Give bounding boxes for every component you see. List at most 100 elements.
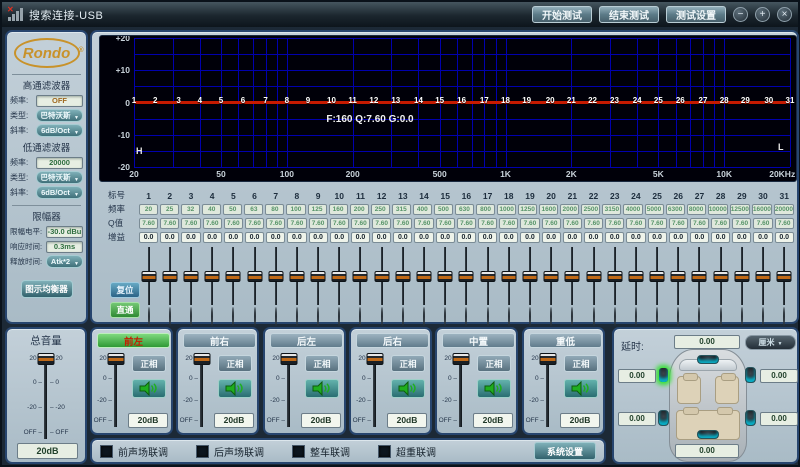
checkbox[interactable] (292, 445, 305, 458)
channel-select-6[interactable]: 重低 (529, 333, 602, 348)
band-q-field[interactable]: 7.60 (160, 218, 179, 229)
band-gain-field[interactable]: 0.0 (393, 232, 412, 243)
band-point-6[interactable]: 6 (241, 96, 245, 105)
band-q-field[interactable]: 7.60 (605, 218, 624, 229)
band-gain-field[interactable]: 0.0 (478, 232, 497, 243)
band-q-field[interactable]: 7.60 (372, 218, 391, 229)
slider-knob[interactable] (205, 271, 220, 282)
channel-gain-field[interactable]: 20dB (473, 413, 513, 428)
maximize-button[interactable]: + (755, 7, 770, 22)
band-freq-field[interactable]: 125 (308, 204, 327, 215)
band-slider-31[interactable] (774, 247, 795, 309)
channel-gain-field[interactable]: 20dB (214, 413, 254, 428)
slider-knob[interactable] (692, 271, 707, 282)
band-point-3[interactable]: 3 (176, 96, 180, 105)
band-freq-field[interactable]: 4000 (623, 204, 642, 215)
slider-knob[interactable] (226, 271, 241, 282)
slider-knob[interactable] (671, 271, 686, 282)
front-left-speaker-icon[interactable] (658, 367, 669, 383)
band-slider-20[interactable] (541, 247, 562, 309)
slider-knob[interactable] (289, 271, 304, 282)
lpf-slope-dropdown[interactable]: 6dB/Oct▼ (36, 186, 83, 199)
band-point-25[interactable]: 25 (654, 96, 663, 105)
slider-knob[interactable] (162, 271, 177, 282)
channel-mute-button[interactable] (305, 379, 339, 398)
slider-knob[interactable] (367, 353, 384, 365)
band-freq-field[interactable]: 20 (139, 204, 158, 215)
eq-reset-button[interactable]: 复位 (110, 282, 140, 298)
band-point-19[interactable]: 19 (522, 96, 531, 105)
slider-knob[interactable] (565, 271, 580, 282)
rear-right-speaker-icon[interactable] (745, 410, 756, 426)
slider-knob[interactable] (395, 271, 410, 282)
band-point-5[interactable]: 5 (219, 96, 223, 105)
channel-mute-button[interactable] (132, 379, 166, 398)
master-volume-field[interactable]: 20dB (17, 443, 78, 459)
band-point-30[interactable]: 30 (764, 96, 773, 105)
slider-knob[interactable] (268, 271, 283, 282)
slider-knob[interactable] (194, 353, 211, 365)
channel-mute-button[interactable] (218, 379, 252, 398)
link-checkbox-item-1[interactable]: 前声场联调 (100, 444, 168, 459)
band-gain-field[interactable]: 0.0 (181, 232, 200, 243)
band-gain-field[interactable]: 0.0 (330, 232, 349, 243)
hpf-freq-field[interactable]: OFF (36, 95, 83, 107)
band-freq-field[interactable]: 10000 (708, 204, 728, 215)
test-settings-button[interactable]: 测试设置 (666, 6, 726, 23)
band-point-28[interactable]: 28 (720, 96, 729, 105)
band-q-field[interactable]: 7.60 (436, 218, 455, 229)
band-gain-field[interactable]: 0.0 (542, 232, 561, 243)
band-freq-field[interactable]: 2500 (581, 204, 600, 215)
band-slider-29[interactable] (731, 247, 752, 309)
slider-knob[interactable] (311, 271, 326, 282)
band-point-11[interactable]: 11 (348, 96, 356, 105)
channel-phase-button[interactable]: 正相 (477, 355, 511, 372)
band-point-27[interactable]: 27 (699, 96, 708, 105)
band-q-field[interactable]: 7.60 (711, 218, 730, 229)
band-freq-field[interactable]: 50 (223, 204, 242, 215)
band-slider-13[interactable] (392, 247, 413, 309)
band-slider-4[interactable] (202, 247, 223, 309)
band-freq-field[interactable]: 1600 (539, 204, 558, 215)
band-q-field[interactable]: 7.60 (563, 218, 582, 229)
band-slider-1[interactable] (138, 247, 159, 309)
front-center-speaker-icon[interactable] (697, 355, 719, 364)
band-gain-field[interactable]: 0.0 (139, 232, 158, 243)
band-q-field[interactable]: 7.60 (309, 218, 328, 229)
channel-mute-button[interactable] (391, 379, 425, 398)
band-gain-field[interactable]: 0.0 (372, 232, 391, 243)
slider-knob[interactable] (480, 271, 495, 282)
link-checkbox-item-4[interactable]: 超重联调 (378, 444, 436, 459)
band-q-field[interactable]: 7.60 (457, 218, 476, 229)
slider-knob[interactable] (628, 271, 643, 282)
channel-phase-button[interactable]: 正相 (305, 355, 339, 372)
band-freq-field[interactable]: 25 (160, 204, 179, 215)
channel-gain-field[interactable]: 20dB (560, 413, 600, 428)
band-freq-field[interactable]: 8000 (687, 204, 706, 215)
slider-knob[interactable] (453, 353, 470, 365)
slider-knob[interactable] (522, 271, 537, 282)
checkbox[interactable] (100, 445, 113, 458)
band-slider-11[interactable] (350, 247, 371, 309)
band-gain-field[interactable]: 0.0 (626, 232, 645, 243)
band-freq-field[interactable]: 6300 (666, 204, 685, 215)
band-freq-field[interactable]: 500 (434, 204, 453, 215)
band-point-8[interactable]: 8 (285, 96, 289, 105)
band-point-14[interactable]: 14 (414, 96, 423, 105)
band-gain-field[interactable]: 0.0 (669, 232, 688, 243)
band-freq-field[interactable]: 160 (329, 204, 348, 215)
limiter-attack-field[interactable]: 0.3ms (46, 241, 83, 253)
band-gain-field[interactable]: 0.0 (520, 232, 539, 243)
slider-knob[interactable] (108, 353, 125, 365)
band-gain-field[interactable]: 0.0 (732, 232, 751, 243)
band-point-2[interactable]: 2 (153, 96, 157, 105)
band-freq-field[interactable]: 12500 (730, 204, 750, 215)
slider-knob[interactable] (586, 271, 601, 282)
band-gain-field[interactable]: 0.0 (605, 232, 624, 243)
band-q-field[interactable]: 7.60 (584, 218, 603, 229)
band-freq-field[interactable]: 2000 (560, 204, 579, 215)
band-slider-19[interactable] (519, 247, 540, 309)
hpf-type-dropdown[interactable]: 巴特沃斯▼ (36, 109, 83, 122)
band-point-4[interactable]: 4 (198, 96, 202, 105)
channel-select-5[interactable]: 中置 (442, 333, 515, 348)
